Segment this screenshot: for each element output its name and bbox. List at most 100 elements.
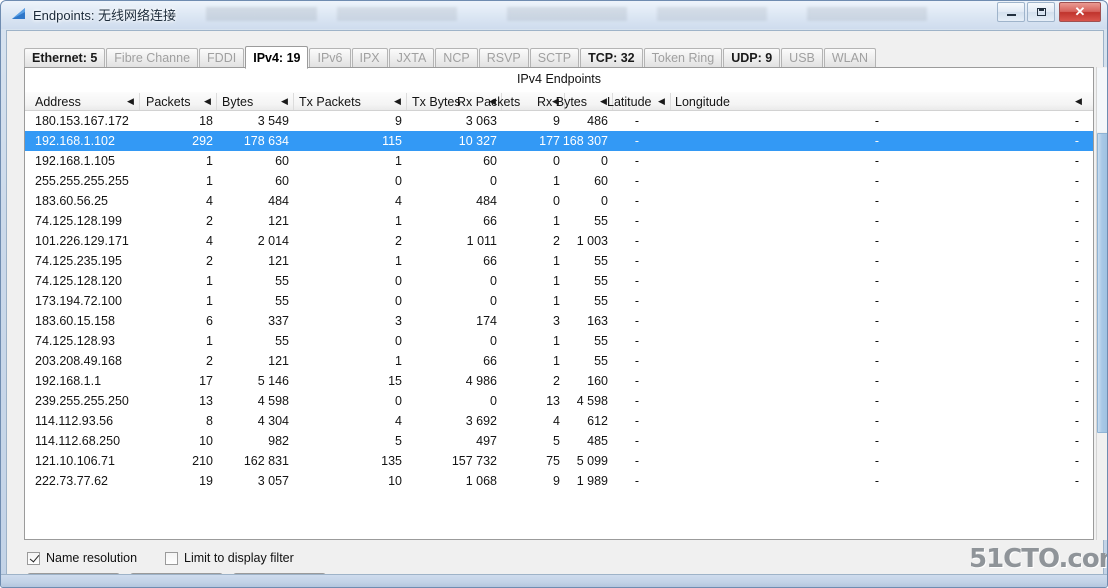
column-header-tx-packets[interactable]: Tx Packets [299,92,361,111]
cell-packets: 292 [192,134,213,148]
wireshark-fin-icon [12,8,25,19]
table-row[interactable]: 74.125.128.199 2 121 1 66 1 55- - - [25,211,1093,231]
cell-latitude: - [634,454,640,468]
sort-arrow-icon-latitude[interactable]: ◀ [658,96,665,107]
limit-to-display-filter-checkbox[interactable]: Limit to display filter [165,551,294,565]
sort-arrow-icon-address[interactable]: ◀ [127,96,134,107]
column-header-tx-bytes[interactable]: Tx Bytes [412,92,461,111]
window-bottom-edge [1,574,1107,587]
cell-rx-bytes: 486 [587,114,608,128]
vertical-scrollbar-track-upper[interactable] [1097,68,1107,132]
table-row[interactable]: 74.125.128.120 1 55 0 0 1 55- - - [25,271,1093,291]
column-divider[interactable] [293,93,294,110]
table-row[interactable]: 183.60.15.158 6 337 3 174 3 163- - - [25,311,1093,331]
table-row[interactable]: 173.194.72.100 1 55 0 0 1 55- - - [25,291,1093,311]
table-row[interactable]: 101.226.129.171 4 2 014 2 1 011 2 1 003- - - [25,231,1093,251]
table-row[interactable]: 239.255.255.250 13 4 598 0 0 13 4 598- - - [25,391,1093,411]
cell-address: 121.10.106.71 [35,454,115,468]
tab-tcp-32[interactable]: TCP: 32 [580,48,643,68]
maximize-icon [1028,3,1054,21]
cell-tx-packets: 3 [395,314,402,328]
table-row[interactable]: 74.125.235.195 2 121 1 66 1 55- - - [25,251,1093,271]
options-row: Name resolution Limit to display filter [27,549,322,567]
tab-rsvp: RSVP [478,48,529,68]
table-row[interactable]: 114.112.93.56 8 4 304 4 3 692 4 612- - - [25,411,1093,431]
cell-longitude: - [874,294,880,308]
cell-bytes: 55 [275,294,289,308]
table-row[interactable]: 180.153.167.172 18 3 549 9 3 063 9 486- - - [25,111,1093,131]
cell-tx-packets: 15 [388,374,402,388]
close-icon: ✕ [1074,4,1086,19]
column-header-longitude[interactable]: Longitude [675,92,730,111]
cell-rx-bytes: 485 [587,434,608,448]
column-header-address[interactable]: Address [35,92,81,111]
cell-bytes: 55 [275,274,289,288]
column-header-rx-packets[interactable]: Rx Packets [457,92,520,111]
cell-address: 239.255.255.250 [35,394,129,408]
column-divider[interactable] [216,93,217,110]
table-row[interactable]: 222.73.77.62 19 3 057 10 1 068 9 1 989- - - [25,471,1093,491]
cell-rx-bytes: 1 989 [576,474,608,488]
tab-udp-9[interactable]: UDP: 9 [723,48,781,68]
cell-tx-packets: 0 [395,334,402,348]
cell-rx-bytes: 55 [594,334,608,348]
cell-address: 180.153.167.172 [35,114,129,128]
column-header-packets[interactable]: Packets [146,92,190,111]
title-bar-blurred-background [206,7,976,21]
limit-to-display-filter-label: Limit to display filter [184,551,294,565]
column-divider[interactable] [670,93,671,110]
cell-packets: 210 [192,454,213,468]
table-caption: IPv4 Endpoints [516,72,602,86]
vertical-scrollbar-thumb[interactable] [1097,133,1107,433]
cell-tx-packets: 9 [395,114,402,128]
table-row[interactable]: 121.10.106.71 210 162 831 135 157 732 75 5 099… [25,451,1093,471]
sort-arrow-icon-longitude[interactable]: ◀ [1075,96,1082,107]
tab-ethernet-5[interactable]: Ethernet: 5 [24,48,106,68]
cell-bytes: 3 549 [257,114,289,128]
cell-longitude: - [874,154,880,168]
table-body: 180.153.167.172 18 3 549 9 3 063 9 486- - -192.1… [25,111,1093,491]
name-resolution-checkbox-box[interactable] [27,551,40,565]
table-row[interactable]: 192.168.1.105 1 60 1 60 0 0- - - [25,151,1093,171]
cell-packets: 2 [206,254,213,268]
cell-latitude: - [634,114,640,128]
table-header-row: Address ◀ Packets ◀ Bytes ◀ Tx Packets ◀ Tx Byte… [25,92,1093,111]
sort-arrow-icon-packets[interactable]: ◀ [204,96,211,107]
sort-arrow-icon-tx-packets[interactable]: ◀ [394,96,401,107]
sort-arrow-icon-rx-bytes[interactable]: ◀ [600,96,607,107]
name-resolution-checkbox[interactable]: Name resolution [27,551,137,565]
tab-usb: USB [781,48,823,68]
minimize-button[interactable] [997,2,1025,22]
tab-wlan: WLAN [823,48,876,68]
cell-longitude: - [874,274,880,288]
cell-longitude: - [874,334,880,348]
sort-arrow-icon-bytes[interactable]: ◀ [281,96,288,107]
column-header-bytes[interactable]: Bytes [222,92,253,111]
table-row[interactable]: 114.112.68.250 10 982 5 497 5 485- - - [25,431,1093,451]
table-row[interactable]: 255.255.255.255 1 60 0 0 1 60- - - [25,171,1093,191]
maximize-button[interactable] [1027,2,1055,22]
cell-packets: 10 [199,434,213,448]
column-header-latitude[interactable]: Latitude [607,92,651,111]
cell-longitude-overflow: - [1074,154,1080,168]
tab-ipv4-19[interactable]: IPv4: 19 [245,46,309,69]
close-button[interactable]: ✕ [1059,2,1101,22]
cell-latitude: - [634,214,640,228]
cell-longitude-overflow: - [1074,274,1080,288]
column-header-rx-bytes[interactable]: Rx Bytes [537,92,587,111]
table-row[interactable]: 203.208.49.168 2 121 1 66 1 55- - - [25,351,1093,371]
table-row[interactable]: 192.168.1.1 17 5 146 15 4 986 2 160- - - [25,371,1093,391]
cell-bytes: 4 598 [257,394,289,408]
limit-to-display-filter-checkbox-box[interactable] [165,551,179,565]
table-row[interactable]: 183.60.56.25 4 484 4 484 0 0- - - [25,191,1093,211]
column-divider[interactable] [139,93,140,110]
table-row[interactable]: 192.168.1.102 292 178 634 115 10 327 177 168 3… [25,131,1093,151]
cell-latitude: - [634,394,640,408]
cell-address: 74.125.128.93 [35,334,115,348]
cell-rx-bytes: 163 [587,314,608,328]
cell-latitude: - [634,334,640,348]
cell-bytes: 337 [268,314,289,328]
column-divider[interactable] [406,93,407,110]
table-row[interactable]: 74.125.128.93 1 55 0 0 1 55- - - [25,331,1093,351]
tab-sctp: SCTP [529,48,580,68]
